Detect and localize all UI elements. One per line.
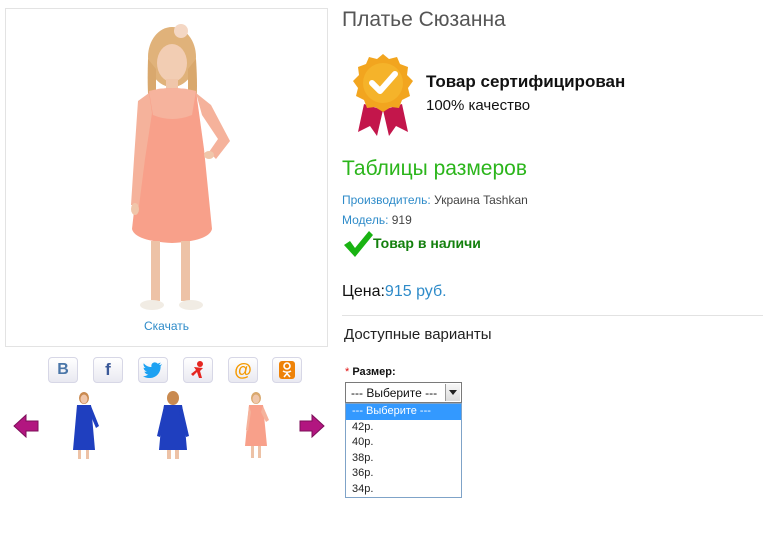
size-label-text: Размер: (352, 366, 396, 378)
size-option[interactable]: --- Выберите --- (346, 404, 461, 420)
vk-icon: B (57, 361, 69, 378)
size-dropdown-list[interactable]: --- Выберите --- 42р. 40р. 38р. 36р. 34р… (345, 403, 462, 498)
blue-dress-front-thumb (73, 392, 99, 459)
manufacturer-value: Украина Tashkan (434, 193, 528, 207)
divider (342, 315, 763, 316)
odnoklassniki-icon (279, 361, 295, 379)
peach-dress-thumb (245, 392, 269, 458)
yaru-share-button[interactable] (183, 357, 213, 383)
product-title: Платье Сюзанна (342, 8, 506, 31)
next-arrow-button[interactable] (299, 413, 325, 439)
model-label: Модель: (342, 213, 389, 227)
model-row: Модель: 919 (342, 213, 412, 227)
size-label: * Размер: (345, 366, 396, 378)
arrow-right-icon (299, 413, 325, 439)
chevron-down-icon[interactable] (445, 384, 460, 401)
download-link[interactable]: Скачать (5, 319, 328, 333)
size-option[interactable]: 40р. (346, 435, 461, 451)
check-icon (342, 229, 374, 264)
manufacturer-link[interactable]: Производитель: (342, 193, 431, 207)
certificate-badge-icon (350, 52, 416, 143)
manufacturer-row: Производитель: Украина Tashkan (342, 193, 528, 207)
size-select-value: --- Выберите --- (351, 386, 438, 400)
twitter-icon (143, 362, 162, 378)
facebook-icon: f (105, 360, 111, 379)
price-value: 915 руб. (384, 283, 447, 300)
size-tables-link[interactable]: Таблицы размеров (342, 157, 527, 181)
facebook-share-button[interactable]: f (93, 357, 123, 383)
in-stock-label: Товар в наличи (373, 235, 481, 251)
size-option[interactable]: 36р. (346, 466, 461, 482)
girl-dress-photo (131, 24, 230, 310)
size-select[interactable]: --- Выберите --- (345, 382, 462, 403)
arrow-left-icon (13, 413, 39, 439)
certified-title: Товар сертифицирован (426, 72, 626, 91)
model-value: 919 (391, 213, 412, 227)
required-mark: * (345, 366, 350, 378)
yaru-icon (191, 361, 203, 378)
prev-arrow-button[interactable] (13, 413, 39, 439)
size-option[interactable]: 42р. (346, 420, 461, 436)
thumbnail-2[interactable] (143, 390, 203, 462)
mailru-icon: @ (234, 359, 252, 380)
quality-subtitle: 100% качество (426, 97, 531, 114)
twitter-share-button[interactable] (138, 357, 168, 383)
size-option[interactable]: 38р. (346, 451, 461, 467)
thumbnail-1[interactable] (65, 390, 125, 462)
main-product-image[interactable] (5, 8, 328, 347)
mailru-share-button[interactable]: @ (228, 357, 258, 383)
price-row: Цена:915 руб. (342, 283, 447, 301)
odnoklassniki-share-button[interactable] (272, 357, 302, 383)
variants-title: Доступные варианты (344, 326, 492, 343)
thumbnail-3[interactable] (226, 390, 286, 462)
size-option[interactable]: 34р. (346, 482, 461, 498)
price-label: Цена: (342, 283, 385, 300)
blue-dress-back-thumb (157, 391, 189, 459)
vk-share-button[interactable]: B (48, 357, 78, 383)
